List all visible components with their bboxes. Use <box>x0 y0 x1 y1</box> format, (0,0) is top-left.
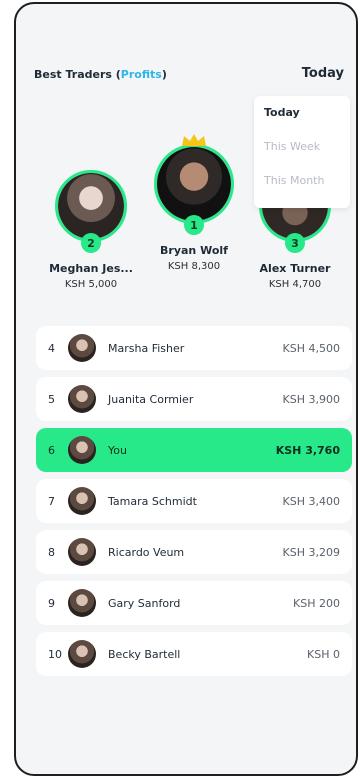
row-name: Juanita Cormier <box>108 392 194 406</box>
avatar <box>68 385 96 413</box>
row-rank: 7 <box>48 494 55 508</box>
leaderboard-row[interactable]: 4 Marsha Fisher KSH 4,500 <box>36 326 352 370</box>
avatar <box>58 173 124 239</box>
leaderboard-row-current-user[interactable]: 6 You KSH 3,760 <box>36 428 352 472</box>
leaderboard-list: 4 Marsha Fisher KSH 4,500 5 Juanita Corm… <box>36 326 352 683</box>
row-name: Becky Bartell <box>108 647 181 661</box>
dropdown-option-today[interactable]: Today <box>254 96 350 130</box>
leaderboard-row[interactable]: 9 Gary Sanford KSH 200 <box>36 581 352 625</box>
podium-first-amount: KSH 8,300 <box>167 261 221 272</box>
row-amount: KSH 3,900 <box>282 392 340 406</box>
row-amount: KSH 3,760 <box>275 443 340 457</box>
podium-second-avatar-ring: 2 <box>55 170 127 253</box>
avatar <box>157 147 231 221</box>
avatar <box>68 640 96 668</box>
avatar <box>68 334 96 362</box>
dropdown-option-this-week[interactable]: This Week <box>254 130 350 164</box>
leaderboard-row[interactable]: 5 Juanita Cormier KSH 3,900 <box>36 377 352 421</box>
avatar <box>68 487 96 515</box>
rank-badge: 1 <box>184 215 204 235</box>
podium-second[interactable]: 2 Meghan Jes... KSH 5,000 <box>46 170 136 290</box>
phone-frame: Best Traders (Profits) Today Today This … <box>14 2 358 776</box>
podium-third-name: Alex Turner <box>259 262 331 275</box>
leaderboard-row[interactable]: 7 Tamara Schmidt KSH 3,400 <box>36 479 352 523</box>
leaderboard-row[interactable]: 10 Becky Bartell KSH 0 <box>36 632 352 676</box>
row-rank: 9 <box>48 596 55 610</box>
row-name: Ricardo Veum <box>108 545 185 559</box>
podium-second-amount: KSH 5,000 <box>64 279 118 290</box>
row-rank: 5 <box>48 392 55 406</box>
avatar <box>68 538 96 566</box>
row-rank: 4 <box>48 341 55 355</box>
row-name: Gary Sanford <box>108 596 181 610</box>
row-rank: 10 <box>48 647 62 661</box>
podium-second-name: Meghan Jes... <box>49 262 133 275</box>
row-amount: KSH 3,400 <box>282 494 340 508</box>
period-dropdown-menu: Today This Week This Month <box>254 96 350 208</box>
crown-icon <box>182 134 206 146</box>
podium-first-avatar-ring: 1 <box>154 134 234 235</box>
row-amount: KSH 3,209 <box>282 545 340 559</box>
row-amount: KSH 4,500 <box>282 341 340 355</box>
row-amount: KSH 200 <box>293 596 340 610</box>
rank-badge: 3 <box>285 233 305 253</box>
leaderboard-row[interactable]: 8 Ricardo Veum KSH 3,209 <box>36 530 352 574</box>
row-rank: 8 <box>48 545 55 559</box>
row-amount: KSH 0 <box>307 647 340 661</box>
podium-first-name: Bryan Wolf <box>160 244 228 257</box>
row-name: Tamara Schmidt <box>108 494 197 508</box>
row-rank: 6 <box>48 443 55 457</box>
row-name: Marsha Fisher <box>108 341 185 355</box>
podium-third-amount: KSH 4,700 <box>268 279 322 290</box>
avatar <box>68 436 96 464</box>
podium-first[interactable]: 1 Bryan Wolf KSH 8,300 <box>148 134 240 272</box>
rank-badge: 2 <box>81 233 101 253</box>
dropdown-option-this-month[interactable]: This Month <box>254 164 350 198</box>
avatar <box>68 589 96 617</box>
row-name: You <box>108 443 127 457</box>
